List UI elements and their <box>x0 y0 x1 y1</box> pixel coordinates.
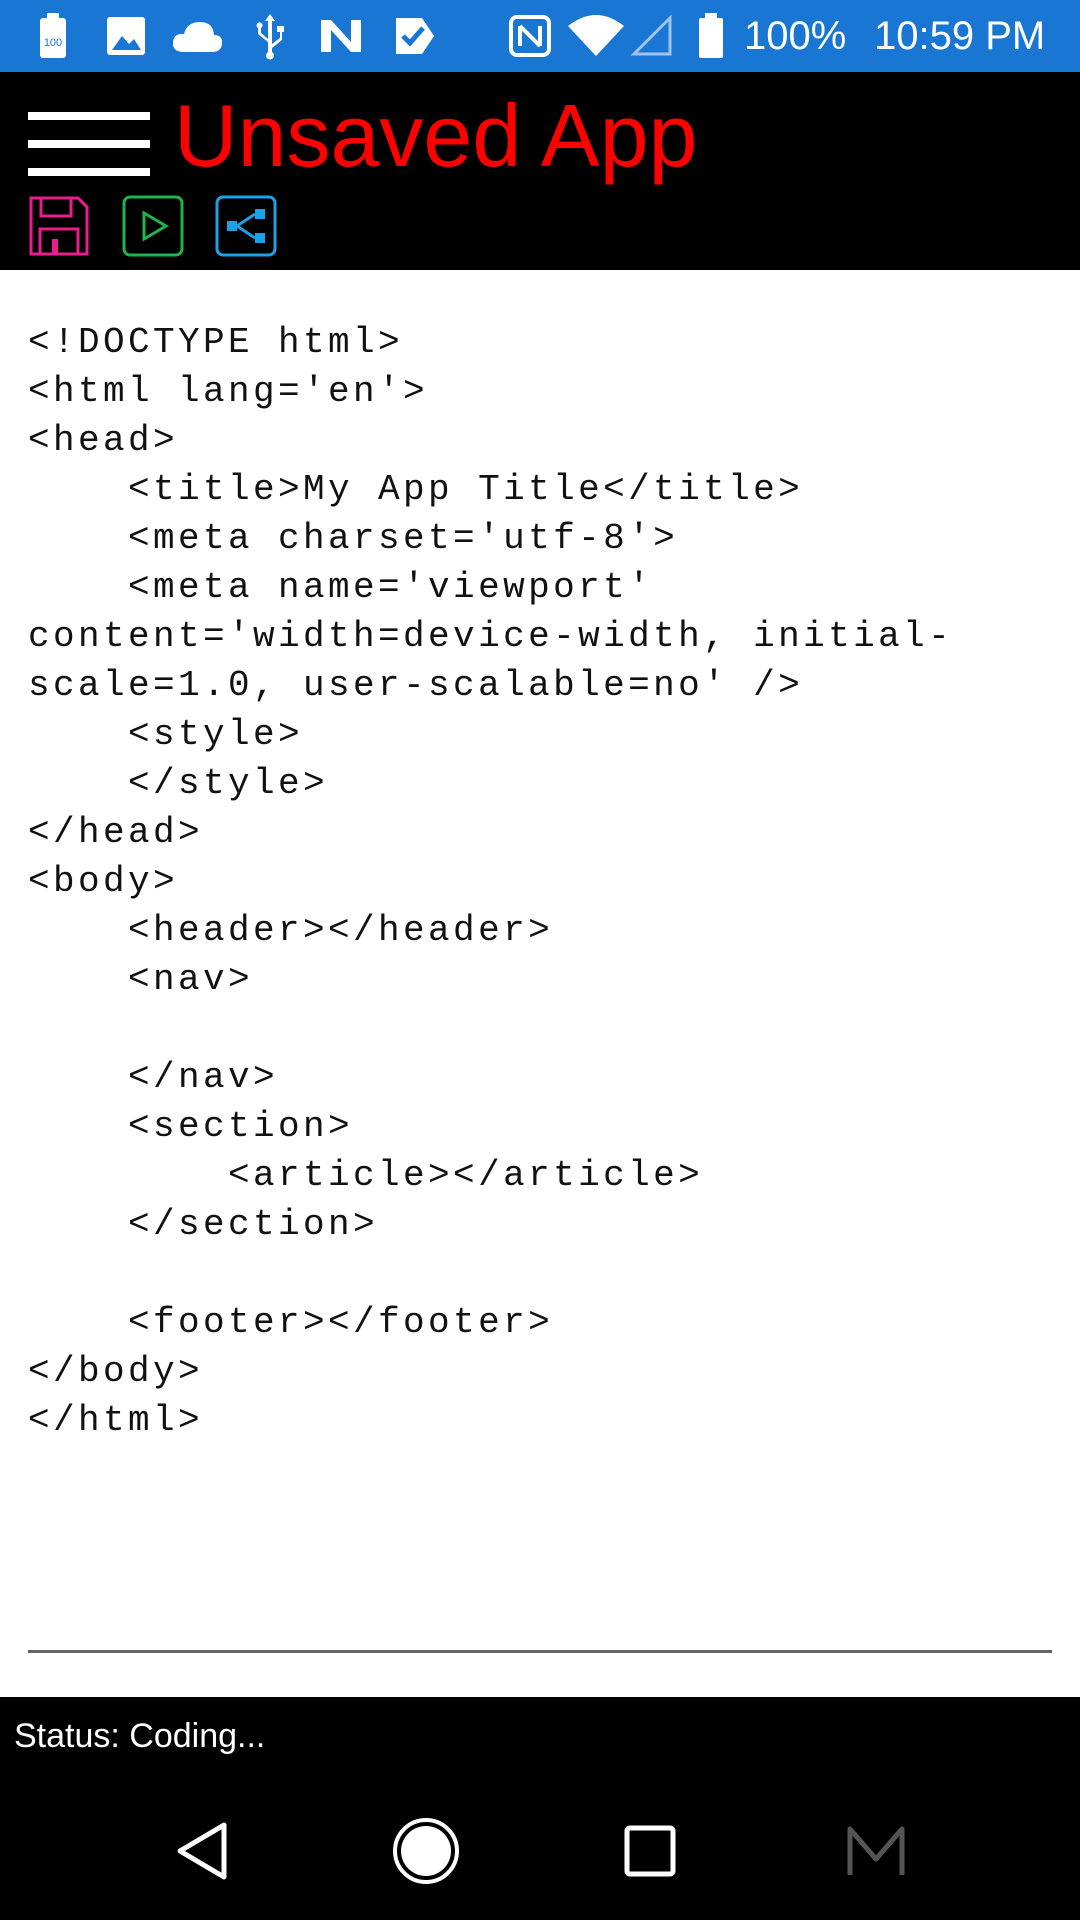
nfc-icon <box>508 12 552 60</box>
battery-saver-icon: 100 <box>38 12 68 60</box>
back-icon <box>177 1822 227 1880</box>
share-icon <box>215 195 277 257</box>
run-button[interactable] <box>122 195 184 257</box>
status-line: Status: Coding... <box>0 1697 1080 1779</box>
editor-divider <box>28 1650 1052 1653</box>
status-text: Status: Coding... <box>14 1717 266 1755</box>
image-icon <box>104 12 148 60</box>
status-bar: 100 100% 10:59 PM <box>0 0 1080 72</box>
floppy-disk-icon <box>29 196 89 256</box>
recents-icon <box>624 1825 676 1877</box>
n-app-icon <box>318 12 364 60</box>
back-button[interactable] <box>160 1809 244 1893</box>
app-title: Unsaved App <box>174 86 698 185</box>
check-tag-icon <box>392 12 438 60</box>
battery-icon <box>694 12 728 60</box>
clock: 10:59 PM <box>874 14 1046 58</box>
app-header: Unsaved App <box>0 72 1080 270</box>
usb-icon <box>252 12 288 60</box>
home-button[interactable] <box>384 1809 468 1893</box>
battery-percent: 100% <box>744 14 847 58</box>
m-app-icon <box>847 1826 905 1875</box>
code-editor[interactable]: <!DOCTYPE html> <html lang='en'> <head> … <box>28 318 1058 1638</box>
navigation-bar <box>0 1779 1080 1920</box>
play-icon <box>122 195 184 257</box>
cloud-icon <box>170 12 224 60</box>
recents-button[interactable] <box>608 1809 692 1893</box>
m-app-button[interactable] <box>834 1809 918 1893</box>
code-text[interactable]: <!DOCTYPE html> <html lang='en'> <head> … <box>28 318 1058 1445</box>
save-button[interactable] <box>28 195 90 257</box>
share-button[interactable] <box>215 195 277 257</box>
svg-text:100: 100 <box>44 37 62 49</box>
wifi-icon <box>566 12 626 60</box>
home-icon <box>393 1818 459 1884</box>
hamburger-menu-icon[interactable] <box>28 92 150 176</box>
signal-icon <box>630 12 674 60</box>
